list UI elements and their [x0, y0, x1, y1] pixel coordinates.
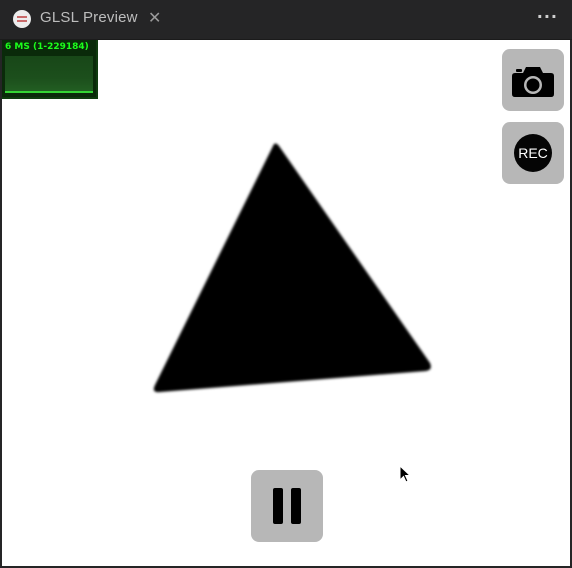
camera-icon: [512, 67, 554, 97]
tab-bar: GLSL Preview ✕ ···: [0, 0, 572, 40]
record-button[interactable]: REC: [502, 122, 564, 184]
shader-canvas[interactable]: 6 MS (1-229184) REC: [2, 40, 570, 566]
fps-stats-panel[interactable]: 6 MS (1-229184): [2, 40, 98, 99]
glsl-preview-window: GLSL Preview ✕ ··· 6 MS (1-229184) REC: [0, 0, 572, 568]
glsl-preview-icon: [13, 10, 31, 28]
more-actions-icon[interactable]: ···: [537, 7, 558, 26]
screenshot-button[interactable]: [502, 49, 564, 111]
record-label: REC: [514, 134, 552, 172]
frame-time-graph: [5, 56, 93, 93]
mouse-cursor-icon: [399, 465, 412, 483]
frame-time-label: 6 MS (1-229184): [5, 42, 89, 52]
pause-icon: [273, 488, 301, 524]
pause-button[interactable]: [251, 470, 323, 542]
close-icon[interactable]: ✕: [148, 8, 161, 27]
tab-title[interactable]: GLSL Preview: [40, 9, 138, 26]
